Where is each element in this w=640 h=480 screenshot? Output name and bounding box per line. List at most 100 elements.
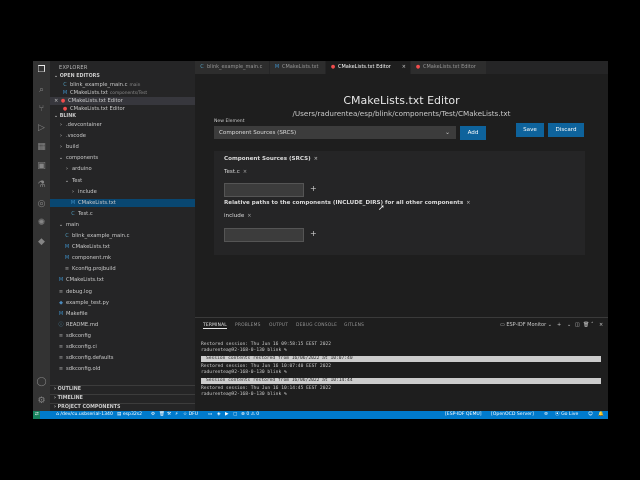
config-file-icon: ≡ xyxy=(58,366,64,373)
close-icon[interactable]: × xyxy=(402,61,406,74)
remove-item-icon[interactable]: × xyxy=(247,213,251,219)
target-selector[interactable]: ▤ esp32s2 xyxy=(117,411,142,419)
broadcast-icon[interactable]: ⊚ xyxy=(544,411,548,419)
tree-file[interactable]: ◆ example_test.py xyxy=(50,299,203,307)
terminal-line: radurentea@92-168-0-130 blink % xyxy=(201,348,287,353)
tab-blink-example-main[interactable]: Cblink_example_main.c xyxy=(195,61,270,74)
errors-icon[interactable]: ⊗ 0 ⚠ 0 xyxy=(241,411,259,419)
split-terminal-icon[interactable]: ⌄ xyxy=(567,322,571,328)
testing-icon[interactable]: ⚗ xyxy=(36,180,47,191)
tab-terminal[interactable]: TERMINAL xyxy=(203,323,227,329)
include-dirs-item: include × xyxy=(224,213,252,219)
tab-cmakelists[interactable]: M CMakeLists.txt xyxy=(270,61,326,74)
editor-tabs: Cblink_example_main.c M CMakeLists.txt ● C… xyxy=(195,61,608,74)
explorer-icon[interactable]: ❐ xyxy=(36,65,47,76)
esp-idf-icon[interactable]: ✺ xyxy=(36,218,47,229)
monitor-icon[interactable]: ▭ xyxy=(208,411,212,419)
tree-file[interactable]: ⓘ README.md xyxy=(50,321,203,329)
flash-method-selector[interactable]: ☆ DFU xyxy=(183,411,198,419)
add-include-dir-icon[interactable]: + xyxy=(310,229,317,238)
timeline-header[interactable]: › TIMELINE xyxy=(50,394,199,403)
extensions-icon[interactable]: ▦ xyxy=(36,142,47,153)
tree-file[interactable]: ≡ sdkconfig xyxy=(50,332,203,340)
close-panel-icon[interactable]: × xyxy=(599,322,603,328)
save-button[interactable]: Save xyxy=(516,123,544,137)
tab-debug-console[interactable]: DEBUG CONSOLE xyxy=(296,323,337,328)
flame-icon[interactable]: ◈ xyxy=(217,411,221,419)
trash-icon[interactable]: 🗑 xyxy=(583,322,589,328)
new-element-select[interactable]: Component Sources (SRCS) ⌄ xyxy=(214,126,456,139)
terminal-icon[interactable]: ▢ xyxy=(233,411,237,419)
remove-section-icon[interactable]: × xyxy=(466,200,470,206)
discard-button[interactable]: Discard xyxy=(548,123,584,137)
tree-folder[interactable]: ⌄ Test xyxy=(50,177,209,185)
search-icon[interactable]: ⌕ xyxy=(36,85,47,96)
tree-file[interactable]: M Makefile xyxy=(50,310,203,318)
tree-file[interactable]: ≡ sdkconfig.old xyxy=(50,365,203,373)
workspace-header[interactable]: ⌄ BLINK xyxy=(50,113,199,121)
notifications-icon[interactable]: 🔔 xyxy=(598,411,604,419)
srcs-input[interactable] xyxy=(224,183,304,197)
open-editor-item[interactable]: × ● CMakeLists.txt Editor xyxy=(50,97,199,105)
outline-header[interactable]: › OUTLINE xyxy=(50,385,199,394)
tab-gitlens[interactable]: GITLENS xyxy=(344,323,364,328)
account-icon[interactable]: ◯ xyxy=(36,377,47,388)
cmake-file-icon: M xyxy=(58,310,64,317)
open-editor-item[interactable]: M CMakeLists.txt components/Test xyxy=(50,89,207,97)
tab-cmake-editor-active[interactable]: ● CMakeLists.txt Editor × xyxy=(326,61,411,74)
new-terminal-icon[interactable]: + xyxy=(557,322,561,328)
terminal-output[interactable]: Restored session: Thu Jun 16 09:58:15 EE… xyxy=(201,342,601,398)
feedback-icon[interactable]: ☺ xyxy=(588,411,593,419)
run-debug-icon[interactable]: ▷ xyxy=(36,123,47,134)
build-icon[interactable]: ⚒ xyxy=(167,411,171,419)
qemu-status[interactable]: [ESP-IDF QEMU] xyxy=(445,411,482,419)
docker-icon[interactable]: ◆ xyxy=(36,237,47,248)
source-control-icon[interactable]: ⑂ xyxy=(36,104,47,115)
tree-file[interactable]: M CMakeLists.txt xyxy=(50,243,209,251)
menuconfig-icon[interactable]: ⚙ xyxy=(151,411,155,419)
open-editor-item[interactable]: ● CMakeLists.txt Editor xyxy=(50,105,207,113)
tree-file[interactable]: ≡ sdkconfig.ci xyxy=(50,343,203,351)
tree-folder[interactable]: ⌄ main xyxy=(50,221,203,229)
tree-file[interactable]: C Test.c xyxy=(50,210,215,218)
tree-folder[interactable]: › .vscode xyxy=(50,132,203,140)
tree-file[interactable]: Mcomponent.mk xyxy=(50,254,209,262)
markdown-file-icon: ⓘ xyxy=(58,321,64,328)
flash-icon[interactable]: ⚡ xyxy=(175,411,178,419)
tree-folder[interactable]: › include xyxy=(50,188,215,196)
remote-explorer-icon[interactable]: ▣ xyxy=(36,161,47,172)
tree-file[interactable]: Cblink_example_main.c xyxy=(50,232,209,240)
flash-monitor-icon[interactable]: ▶ xyxy=(225,411,229,419)
add-button[interactable]: Add xyxy=(460,126,486,140)
settings-gear-icon[interactable]: ⚙ xyxy=(36,396,47,407)
go-live-button[interactable]: ⦿ Go Live xyxy=(555,411,578,419)
tab-problems[interactable]: PROBLEMS xyxy=(235,323,261,328)
tree-file[interactable]: M CMakeLists.txt xyxy=(50,276,203,284)
openocd-status[interactable]: [OpenOCD Server] xyxy=(491,411,534,419)
maximize-icon[interactable]: ˄ xyxy=(591,322,594,328)
remove-section-icon[interactable]: × xyxy=(314,156,318,162)
open-editors-header[interactable]: ⌄ OPEN EDITORS xyxy=(50,73,199,81)
tree-file[interactable]: ≡ debug.log xyxy=(50,288,203,296)
tree-folder[interactable]: › build xyxy=(50,143,203,151)
tree-folder[interactable]: › arduino xyxy=(50,165,209,173)
port-selector[interactable]: ⌂ /dev/cu.usbserial-1340 xyxy=(56,411,113,419)
add-srcs-icon[interactable]: + xyxy=(310,184,317,193)
tab-output[interactable]: OUTPUT xyxy=(269,323,288,328)
remove-item-icon[interactable]: × xyxy=(243,169,247,175)
tree-folder[interactable]: › .devcontainer xyxy=(50,121,203,129)
git-history-icon[interactable]: ◎ xyxy=(36,199,47,210)
tree-file[interactable]: M CMakeLists.txt xyxy=(50,198,215,207)
tab-cmake-editor[interactable]: ● CMakeLists.txt Editor xyxy=(411,61,487,74)
open-editor-item[interactable]: Cblink_example_main.c main xyxy=(50,81,207,89)
split-icon[interactable]: ◫ xyxy=(575,322,580,328)
tree-item-label: Kconfig.projbuild xyxy=(72,266,116,273)
tree-file[interactable]: ≡ Kconfig.projbuild xyxy=(50,265,209,273)
terminal-select[interactable]: ▭ ESP-IDF Monitor ⌄ xyxy=(500,322,552,328)
cmake-file-icon: M xyxy=(64,244,70,251)
tree-file[interactable]: ≡ sdkconfig.defaults xyxy=(50,354,203,362)
tree-item-label: sdkconfig.old xyxy=(66,366,101,373)
include-dirs-input[interactable] xyxy=(224,228,304,242)
tree-folder[interactable]: ⌄ components xyxy=(50,154,203,162)
clean-icon[interactable]: 🗑 xyxy=(159,411,165,419)
